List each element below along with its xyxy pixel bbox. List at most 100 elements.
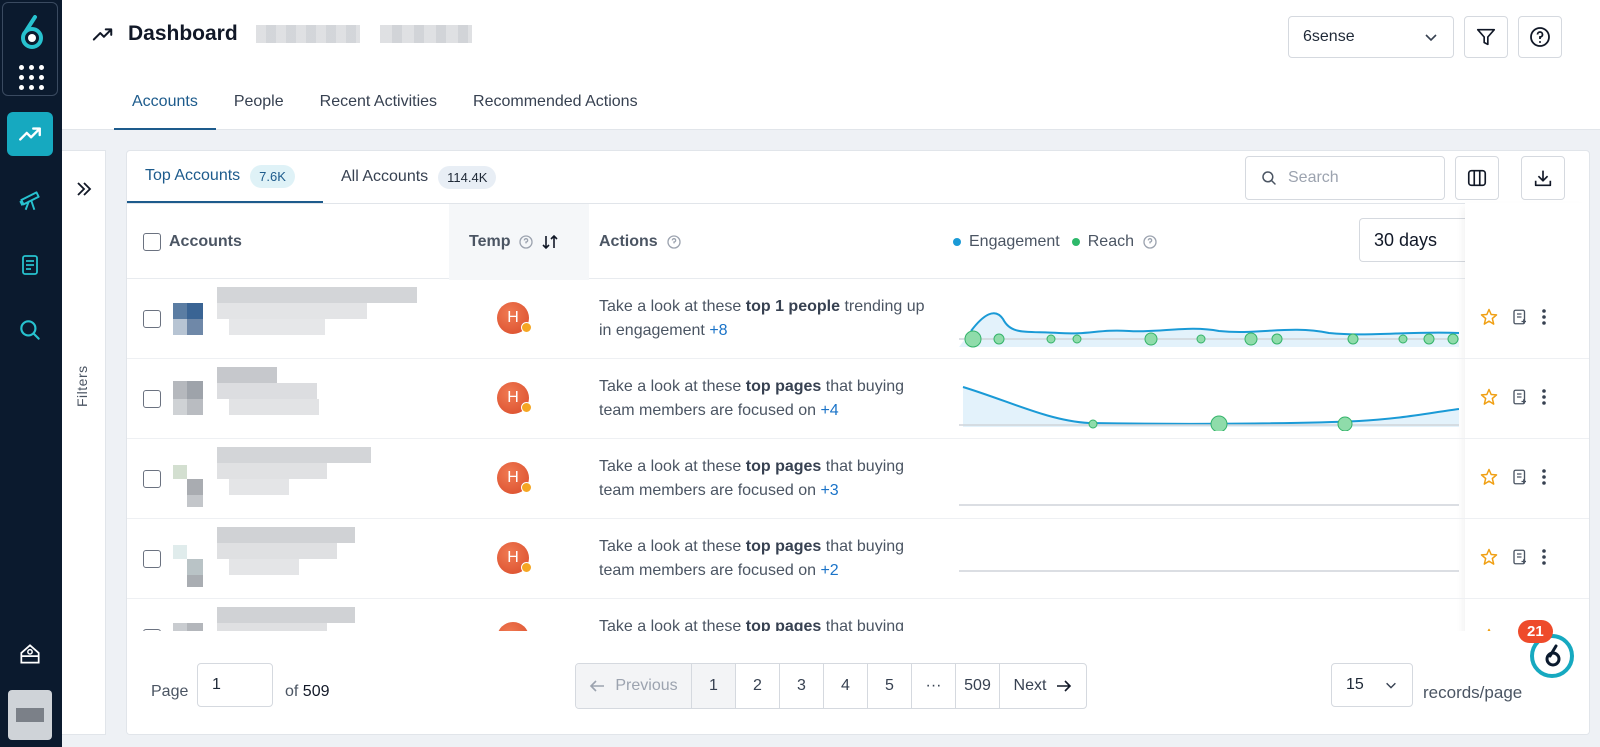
org-select-value: 6sense bbox=[1303, 28, 1355, 45]
funnel-icon bbox=[1476, 28, 1496, 46]
nav-telescope[interactable] bbox=[7, 178, 53, 222]
engagement-dot bbox=[953, 238, 961, 246]
add-note-icon[interactable] bbox=[1511, 547, 1529, 567]
help-circle-icon[interactable] bbox=[666, 234, 682, 250]
previous-button[interactable]: Previous bbox=[576, 664, 692, 708]
tab-all-accounts[interactable]: All Accounts 114.4K bbox=[323, 151, 514, 203]
recommended-action: Take a look at these top pages that buyi… bbox=[599, 458, 905, 499]
tab-recent-activities[interactable]: Recent Activities bbox=[302, 82, 455, 130]
app-switcher[interactable] bbox=[2, 2, 58, 96]
select-all-checkbox[interactable] bbox=[143, 233, 161, 251]
legend-engagement: Engagement bbox=[969, 233, 1060, 250]
notification-count: 21 bbox=[1518, 620, 1553, 643]
temperature-badge: H bbox=[497, 302, 532, 334]
user-avatar[interactable] bbox=[8, 690, 52, 740]
help-circle-icon[interactable] bbox=[1142, 234, 1158, 250]
row-checkbox[interactable] bbox=[143, 470, 161, 488]
star-icon[interactable] bbox=[1479, 387, 1499, 407]
help-circle-icon[interactable] bbox=[518, 234, 534, 250]
page-label: Page bbox=[151, 683, 189, 700]
org-select[interactable]: 6sense bbox=[1288, 16, 1454, 58]
settings-box-icon bbox=[20, 644, 40, 664]
nav-search[interactable] bbox=[7, 308, 53, 352]
telescope-icon bbox=[19, 191, 40, 211]
date-range-select[interactable]: 30 days bbox=[1359, 218, 1469, 262]
page-header: Dashboard 6sense Accounts People Recent … bbox=[62, 0, 1600, 130]
page-ellipsis[interactable]: ··· bbox=[912, 664, 956, 708]
chart-legend: Engagement Reach bbox=[953, 204, 1158, 280]
redacted-text bbox=[255, 25, 360, 43]
arrow-right-icon bbox=[1057, 680, 1072, 692]
more-link[interactable]: +3 bbox=[820, 482, 838, 499]
redacted-text bbox=[379, 25, 472, 43]
nav-reports[interactable] bbox=[7, 243, 53, 287]
page-last[interactable]: 509 bbox=[956, 664, 1000, 708]
table-row[interactable]: H Take a look at these top pages that bu… bbox=[127, 599, 1589, 631]
table-row[interactable]: H Take a look at these top pages that bu… bbox=[127, 519, 1589, 599]
tab-accounts[interactable]: Accounts bbox=[114, 82, 216, 130]
page-3[interactable]: 3 bbox=[780, 664, 824, 708]
row-checkbox[interactable] bbox=[143, 550, 161, 568]
reach-dot bbox=[1071, 238, 1080, 246]
search-placeholder: Search bbox=[1288, 169, 1339, 186]
left-rail bbox=[0, 0, 62, 747]
engagement-sparkline bbox=[959, 504, 1459, 506]
page-4[interactable]: 4 bbox=[824, 664, 868, 708]
document-icon bbox=[22, 255, 38, 275]
columns-button[interactable] bbox=[1455, 156, 1499, 200]
page-input[interactable]: 1 bbox=[197, 663, 273, 707]
temperature-badge: H bbox=[497, 462, 532, 494]
more-vertical-icon[interactable] bbox=[1541, 387, 1547, 407]
tab-label: All Accounts bbox=[341, 168, 429, 185]
star-icon[interactable] bbox=[1479, 467, 1499, 487]
more-vertical-icon[interactable] bbox=[1541, 467, 1547, 487]
filter-button[interactable] bbox=[1464, 16, 1508, 58]
table-row[interactable]: H Take a look at these top 1 people tren… bbox=[127, 279, 1589, 359]
nav-settings-box[interactable] bbox=[7, 632, 53, 676]
nav-dashboard[interactable] bbox=[7, 112, 53, 156]
legend-reach: Reach bbox=[1087, 233, 1134, 250]
add-note-icon[interactable] bbox=[1511, 307, 1529, 327]
apps-grid-icon[interactable] bbox=[19, 65, 45, 91]
more-vertical-icon[interactable] bbox=[1541, 307, 1547, 327]
filters-panel[interactable]: Filters bbox=[62, 150, 106, 735]
columns-icon bbox=[1467, 169, 1487, 187]
chevron-down-icon bbox=[1386, 682, 1396, 689]
more-link[interactable]: +4 bbox=[820, 402, 838, 419]
page-total: of 509 bbox=[285, 683, 330, 700]
more-link[interactable]: +8 bbox=[709, 322, 727, 339]
notification-widget[interactable]: 21 bbox=[1518, 620, 1584, 684]
6sense-logo-icon bbox=[21, 15, 43, 49]
engagement-sparkline bbox=[959, 386, 1459, 431]
add-note-icon[interactable] bbox=[1511, 387, 1529, 407]
redacted-account bbox=[173, 287, 417, 335]
tab-top-accounts[interactable]: Top Accounts 7.6K bbox=[127, 151, 323, 203]
records-per-page-select[interactable]: 15 bbox=[1331, 663, 1413, 707]
redacted-account bbox=[173, 447, 371, 507]
page-5[interactable]: 5 bbox=[868, 664, 912, 708]
star-icon[interactable] bbox=[1479, 547, 1499, 567]
tab-label: Top Accounts bbox=[145, 167, 241, 184]
more-link[interactable]: +2 bbox=[820, 562, 838, 579]
tab-recommended-actions[interactable]: Recommended Actions bbox=[455, 82, 656, 130]
accounts-card: Top Accounts 7.6K All Accounts 114.4K Se… bbox=[126, 150, 1590, 735]
temperature-badge: H bbox=[497, 382, 532, 414]
redacted-account bbox=[173, 527, 355, 587]
help-button[interactable] bbox=[1518, 16, 1562, 58]
add-note-icon[interactable] bbox=[1511, 467, 1529, 487]
row-checkbox[interactable] bbox=[143, 310, 161, 328]
table-row[interactable]: H Take a look at these top pages that bu… bbox=[127, 359, 1589, 439]
sort-icon[interactable] bbox=[542, 233, 559, 251]
download-button[interactable] bbox=[1521, 156, 1565, 200]
page-2[interactable]: 2 bbox=[736, 664, 780, 708]
row-checkbox[interactable] bbox=[143, 390, 161, 408]
more-vertical-icon[interactable] bbox=[1541, 547, 1547, 567]
filters-label: Filters bbox=[74, 365, 90, 407]
star-icon[interactable] bbox=[1479, 307, 1499, 327]
page-1[interactable]: 1 bbox=[692, 664, 736, 708]
search-input[interactable]: Search bbox=[1245, 156, 1445, 200]
tab-people[interactable]: People bbox=[216, 82, 302, 130]
table-row[interactable]: H Take a look at these top pages that bu… bbox=[127, 439, 1589, 519]
next-button[interactable]: Next bbox=[1000, 664, 1086, 708]
double-chevron-right-icon[interactable] bbox=[74, 179, 94, 199]
